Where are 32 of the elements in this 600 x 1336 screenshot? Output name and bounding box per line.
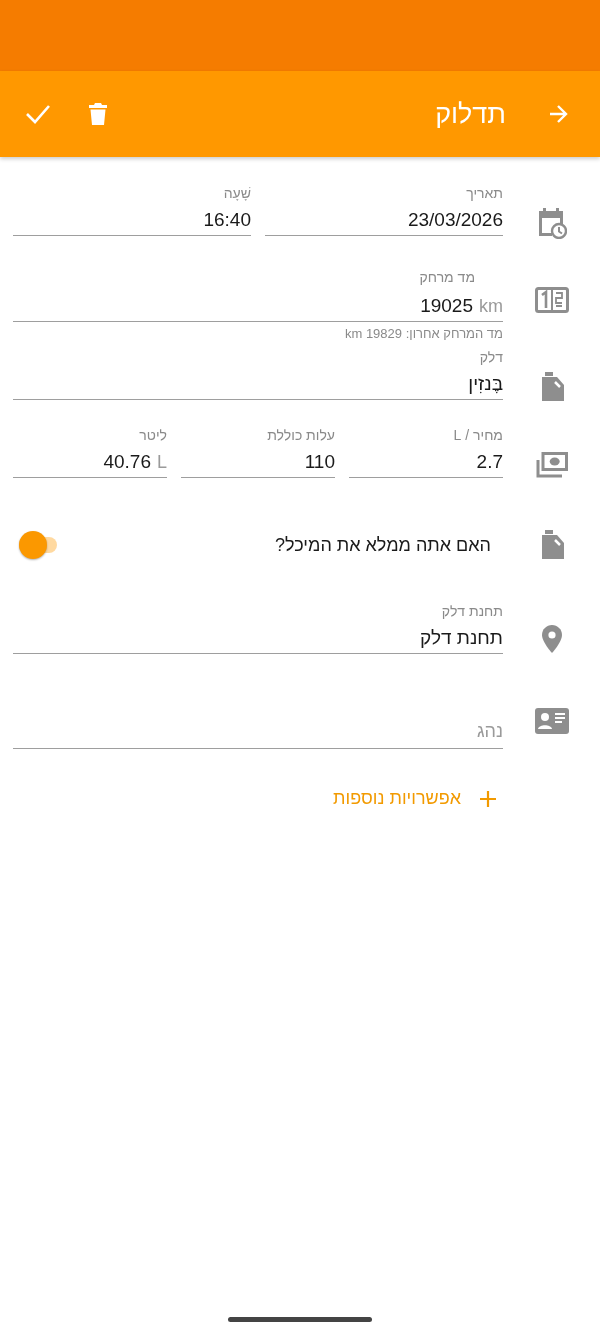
fuel-field[interactable]: דלק בֶּנזִין [13,348,503,400]
placeholder-text: נהג [476,721,503,742]
helper-text: מד המרחק אחרון: 19829 km [343,326,503,341]
unit-label: L [157,452,167,473]
field-label: מחיר / L [453,427,503,443]
field-value: תחנת דלק [419,626,503,649]
odometer-icon [534,287,569,313]
check-icon [25,103,51,125]
field-label: שָׁעָה [223,184,251,201]
field-value: 19025 [420,295,473,317]
field-value: 23/03/2026 [407,208,503,231]
screen-title: תדלוק [435,98,506,130]
field-value: 2.7 [476,451,503,473]
field-label: תחנת דלק [441,602,503,619]
field-label: מד מרחק [419,269,475,285]
calendar-clock-icon [536,207,567,239]
location-pin-icon [540,624,563,654]
field-value: 110 [304,451,335,473]
field-value: בֶּנזִין [468,372,503,395]
field-value: 40.76 [103,451,151,473]
field-label: דלק [479,348,503,365]
id-card-icon [534,708,569,734]
station-field[interactable]: תחנת דלק תחנת דלק [13,602,503,654]
trash-icon [88,102,108,126]
money-icon [535,451,568,478]
field-label: ליטר [139,427,167,443]
field-value: 16:40 [203,208,251,231]
plus-icon [479,789,497,808]
toggle-label: האם אתה ממלא את המיכל? [275,534,491,556]
field-label: עלות כוללת [267,427,335,443]
field-label: תאריך [466,184,503,201]
unit-label: km [479,296,503,317]
